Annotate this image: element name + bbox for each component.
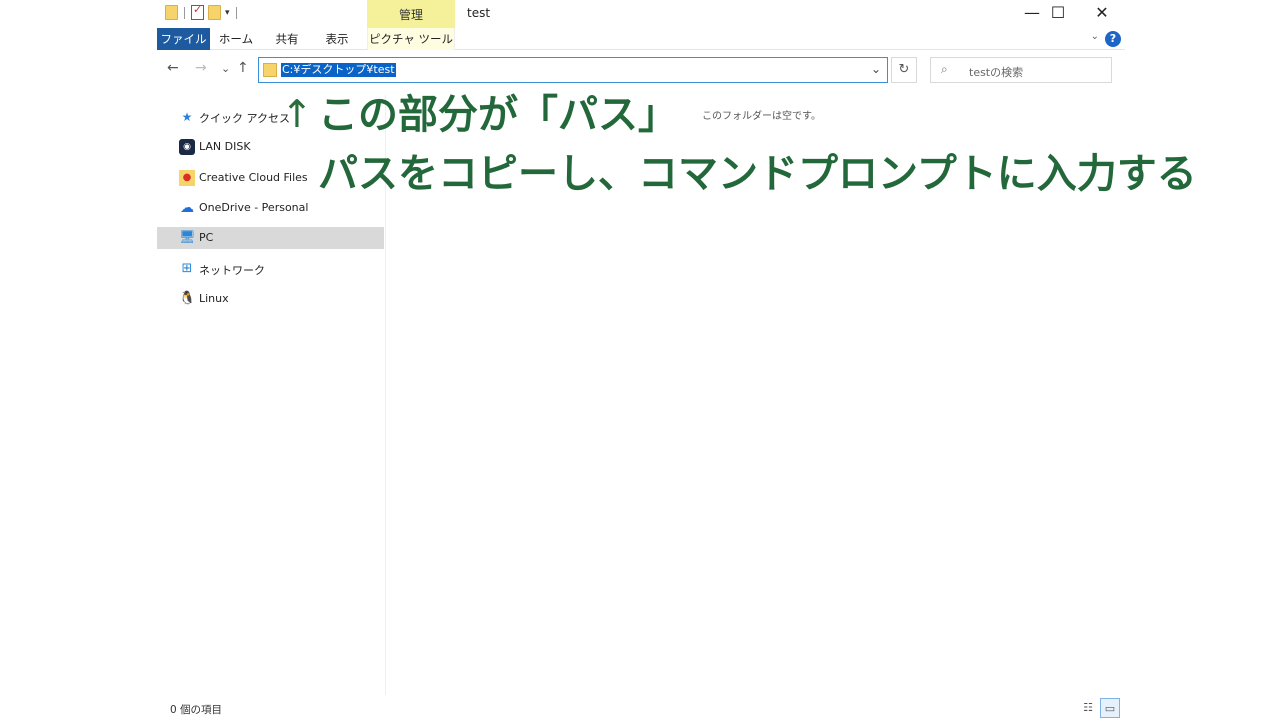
ribbon-tabs: ファイル ホーム 共有 表示 ピクチャ ツール ⌄ ? bbox=[157, 28, 1125, 50]
new-folder-icon[interactable] bbox=[208, 5, 221, 20]
sidebar-item-label: Creative Cloud Files bbox=[199, 171, 308, 184]
sidebar-item-linux[interactable]: 🐧 Linux bbox=[157, 288, 384, 310]
details-view-icon[interactable]: ☷ bbox=[1078, 698, 1098, 718]
refresh-button[interactable]: ↻ bbox=[891, 57, 917, 83]
maximize-button[interactable]: ☐ bbox=[1035, 2, 1081, 24]
up-button[interactable]: ↑ bbox=[237, 60, 249, 76]
sidebar-item-label: ネットワーク bbox=[199, 264, 265, 277]
creative-cloud-icon: ● bbox=[179, 170, 195, 186]
annotation-arrow-icon: ↑ bbox=[281, 92, 313, 136]
tab-home[interactable]: ホーム bbox=[215, 28, 257, 50]
tab-share[interactable]: 共有 bbox=[267, 28, 307, 50]
sidebar-item-label: クイック アクセス bbox=[199, 112, 290, 125]
address-bar[interactable]: C:¥デスクトップ¥test ⌄ bbox=[258, 57, 888, 83]
tab-view[interactable]: 表示 bbox=[317, 28, 357, 50]
cloud-icon: ☁ bbox=[180, 200, 194, 216]
toolbar-separator bbox=[235, 6, 237, 19]
lan-disk-icon: ◉ bbox=[179, 139, 195, 155]
customize-toolbar-icon[interactable]: ▾ bbox=[225, 8, 230, 18]
recent-locations-button[interactable]: ⌄ bbox=[221, 62, 230, 75]
help-icon[interactable]: ? bbox=[1105, 31, 1121, 47]
sidebar-item-label: PC bbox=[199, 231, 214, 244]
search-box[interactable]: ⌕ testの検索 bbox=[930, 57, 1112, 83]
search-placeholder: testの検索 bbox=[969, 66, 1024, 79]
star-icon: ★ bbox=[181, 110, 193, 124]
linux-icon: 🐧 bbox=[179, 291, 196, 306]
back-button[interactable]: ← bbox=[167, 60, 179, 76]
empty-folder-message: このフォルダーは空です。 bbox=[702, 111, 821, 122]
forward-button[interactable]: → bbox=[195, 60, 207, 76]
address-path[interactable]: C:¥デスクトップ¥test bbox=[281, 63, 396, 77]
tab-file[interactable]: ファイル bbox=[157, 28, 210, 50]
large-icons-view-icon[interactable]: ▭ bbox=[1100, 698, 1120, 718]
manage-context-tab[interactable]: 管理 bbox=[367, 0, 455, 28]
expand-ribbon-icon[interactable]: ⌄ bbox=[1091, 31, 1099, 42]
toolbar-separator bbox=[184, 6, 185, 19]
sidebar-item-pc[interactable]: 🖥 PC bbox=[157, 227, 384, 249]
sidebar-item-network[interactable]: ⊞ ネットワーク bbox=[157, 258, 384, 280]
title-bar: ▾ 管理 test — ☐ ✕ bbox=[157, 0, 1125, 28]
search-icon: ⌕ bbox=[941, 62, 948, 76]
view-switcher: ☷ ▭ bbox=[1078, 698, 1120, 718]
item-count: 0 個の項目 bbox=[170, 704, 223, 716]
window-title: test bbox=[467, 6, 491, 20]
address-dropdown-icon[interactable]: ⌄ bbox=[871, 62, 881, 76]
sidebar-item-label: LAN DISK bbox=[199, 140, 251, 153]
network-icon: ⊞ bbox=[181, 261, 193, 276]
tab-picture-tools[interactable]: ピクチャ ツール bbox=[367, 28, 455, 50]
quick-access-toolbar: ▾ bbox=[165, 3, 239, 20]
pc-icon: 🖥 bbox=[179, 230, 196, 245]
folder-icon[interactable] bbox=[165, 5, 178, 20]
sidebar-item-label: Linux bbox=[199, 292, 229, 305]
annotation-line-1: この部分が「パス」 bbox=[318, 92, 678, 138]
folder-icon bbox=[263, 63, 277, 77]
annotation-line-2: パスをコピーし、コマンドプロンプトに入力する bbox=[318, 151, 1197, 197]
properties-icon[interactable] bbox=[191, 3, 204, 20]
sidebar-item-label: OneDrive - Personal bbox=[199, 201, 309, 214]
close-button[interactable]: ✕ bbox=[1079, 2, 1125, 24]
